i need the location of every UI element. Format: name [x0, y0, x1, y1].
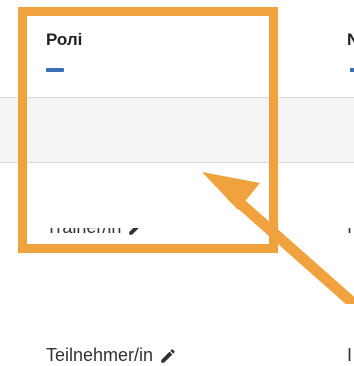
table-row: Teilnehmer/in I	[0, 163, 354, 365]
pencil-icon[interactable]	[159, 347, 177, 365]
column-header-next[interactable]: N	[347, 30, 354, 50]
next-column-cell: I	[347, 345, 353, 365]
table-header-row: Ролі N	[0, 0, 354, 98]
role-cell: Teilnehmer/in	[46, 345, 177, 366]
sort-indicator-next	[350, 68, 354, 72]
column-header-roles[interactable]: Ролі	[46, 30, 82, 50]
role-label: Teilnehmer/in	[46, 345, 154, 365]
table-row: Trainer/in I	[0, 98, 354, 237]
sort-indicator	[46, 68, 64, 72]
